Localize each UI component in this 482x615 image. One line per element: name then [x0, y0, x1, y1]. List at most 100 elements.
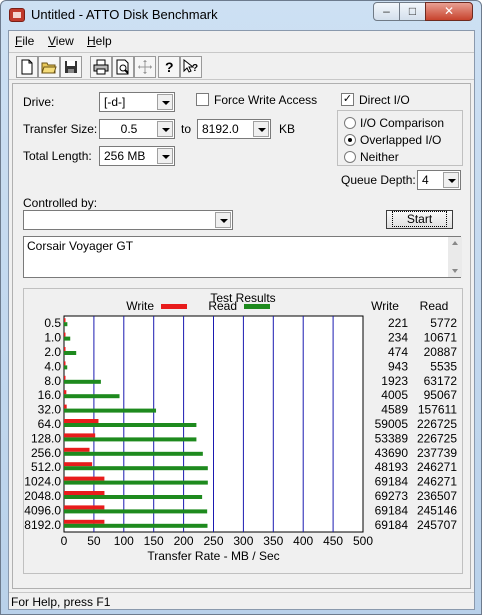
write-bar	[64, 390, 67, 395]
io-comparison-radio[interactable]	[344, 117, 356, 129]
force-write-checkbox[interactable]	[196, 93, 209, 106]
y-tick-label: 128.0	[31, 431, 61, 445]
write-value: 4589	[381, 403, 408, 417]
y-tick-label: 64.0	[38, 417, 62, 431]
status-text: For Help, press F1	[11, 595, 111, 609]
write-value: 221	[388, 316, 408, 330]
read-value: 63172	[424, 374, 458, 388]
app-window: Untitled - ATTO Disk Benchmark – □ ✕ Fil…	[0, 0, 482, 615]
menu-view[interactable]: View	[48, 34, 74, 48]
x-tick-label: 0	[61, 534, 68, 548]
x-tick-label: 350	[263, 534, 283, 548]
read-value: 95067	[424, 388, 458, 402]
transfer-from-select[interactable]: 0.5	[99, 119, 175, 139]
chevron-down-icon	[253, 121, 269, 137]
read-bar	[64, 365, 68, 370]
x-tick-label: 50	[87, 534, 101, 548]
start-label: Start	[391, 211, 448, 227]
legend-swatch-write	[161, 304, 187, 309]
start-button[interactable]: Start	[386, 210, 453, 229]
y-tick-label: 0.5	[44, 316, 61, 330]
read-value: 246271	[417, 460, 457, 474]
menu-help[interactable]: Help	[87, 34, 112, 48]
read-value: 236507	[417, 489, 457, 503]
y-tick-label: 1.0	[44, 331, 61, 345]
controlled-by-select[interactable]	[23, 210, 233, 230]
x-tick-label: 150	[144, 534, 164, 548]
save-button[interactable]	[60, 56, 82, 78]
read-bar	[64, 437, 197, 442]
menu-file[interactable]: File	[15, 34, 34, 48]
write-value: 53389	[375, 431, 409, 445]
queue-depth-select[interactable]: 4	[417, 170, 461, 190]
read-bar	[64, 351, 77, 355]
write-value: 474	[388, 345, 408, 359]
write-value: 48193	[375, 460, 409, 474]
print-preview-button[interactable]	[112, 56, 134, 78]
transfer-size-label: Transfer Size:	[23, 122, 98, 136]
print-button[interactable]	[90, 56, 112, 78]
read-value: 5535	[430, 359, 457, 373]
svg-text:?: ?	[165, 59, 174, 75]
direct-io-checkbox[interactable]: ✓	[341, 93, 354, 106]
chevron-down-icon	[215, 212, 231, 228]
move-button[interactable]	[134, 56, 156, 78]
print-icon	[93, 59, 109, 75]
maximize-button[interactable]: □	[399, 2, 426, 21]
transfer-to-value: 8192.0	[202, 122, 239, 136]
y-tick-label: 512.0	[31, 460, 61, 474]
total-length-select[interactable]: 256 MB	[99, 146, 175, 166]
y-tick-label: 2048.0	[24, 489, 61, 503]
y-tick-label: 8.0	[44, 374, 61, 388]
read-value: 157611	[418, 403, 457, 417]
drive-value: [-d-]	[104, 95, 126, 109]
help-button[interactable]: ?	[158, 56, 180, 78]
overlapped-io-radio[interactable]	[344, 134, 356, 146]
write-bar	[64, 375, 66, 380]
x-axis-label: Transfer Rate - MB / Sec	[147, 549, 279, 563]
queue-depth-value: 4	[422, 173, 429, 187]
column-header-write: Write	[371, 299, 399, 313]
write-bar	[64, 404, 67, 409]
legend-swatch-read	[244, 304, 270, 309]
x-tick-label: 400	[293, 534, 313, 548]
overlapped-io-label: Overlapped I/O	[360, 133, 442, 147]
transfer-from-value: 0.5	[120, 122, 138, 136]
svg-text:?: ?	[192, 63, 198, 74]
help-icon: ?	[165, 59, 174, 75]
total-length-label: Total Length:	[23, 149, 92, 163]
y-tick-label: 4.0	[44, 359, 61, 373]
description-textarea[interactable]: Corsair Voyager GT	[23, 236, 462, 278]
description-text: Corsair Voyager GT	[27, 239, 134, 253]
minimize-button[interactable]: –	[373, 2, 400, 21]
to-label: to	[181, 122, 192, 136]
y-tick-label: 1024.0	[24, 475, 61, 489]
read-bar	[64, 509, 208, 514]
read-value: 20887	[424, 345, 458, 359]
neither-radio[interactable]	[344, 151, 356, 163]
write-bar	[64, 447, 90, 452]
new-button[interactable]	[16, 56, 38, 78]
read-bar	[64, 451, 203, 456]
transfer-to-select[interactable]: 8192.0	[197, 119, 271, 139]
read-bar	[64, 480, 208, 485]
read-value: 246271	[417, 475, 457, 489]
write-value: 69273	[375, 489, 409, 503]
write-bar	[64, 361, 66, 366]
read-bar	[64, 322, 68, 327]
write-bar	[64, 332, 66, 337]
column-header-read: Read	[420, 299, 449, 313]
open-button[interactable]	[38, 56, 60, 78]
x-tick-label: 100	[114, 534, 134, 548]
direct-io-label: Direct I/O	[359, 93, 410, 107]
read-bar	[64, 466, 208, 471]
write-value: 4005	[381, 388, 408, 402]
context-help-button[interactable]: ?	[180, 56, 202, 78]
read-bar	[64, 336, 71, 341]
drive-select[interactable]: [-d-]	[99, 92, 175, 112]
vertical-scrollbar[interactable]	[448, 237, 462, 277]
write-bar	[64, 491, 105, 495]
close-button[interactable]: ✕	[425, 2, 473, 21]
write-value: 43690	[375, 446, 409, 460]
title-bar[interactable]: Untitled - ATTO Disk Benchmark – □ ✕	[1, 1, 481, 29]
